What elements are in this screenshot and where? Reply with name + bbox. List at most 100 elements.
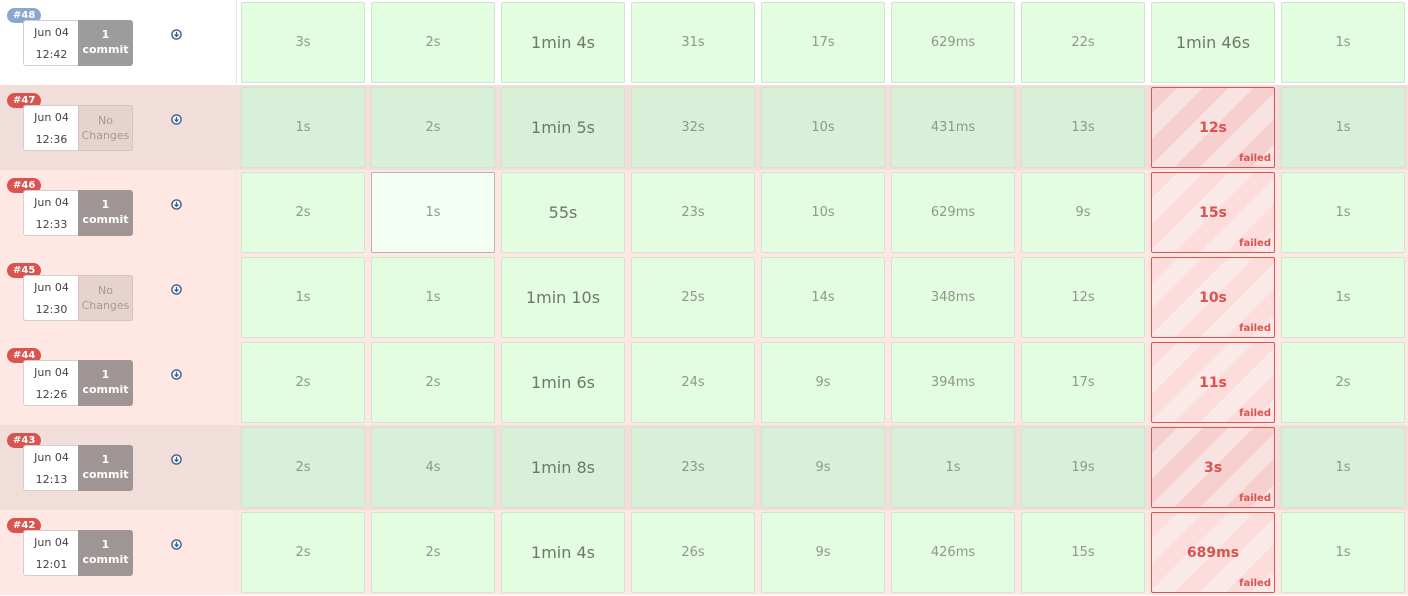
stage-cell[interactable]: 394ms (891, 342, 1015, 423)
stage-cell[interactable]: 2s (1281, 342, 1405, 423)
build-time: 12:36 (35, 133, 68, 146)
stage-cell[interactable]: 629ms (891, 2, 1015, 83)
arrow-circle-down-icon[interactable] (171, 280, 182, 295)
stage-cell[interactable]: 1min 10s (501, 257, 625, 338)
stage-duration: 9s (1075, 205, 1091, 220)
stage-cell[interactable]: 1min 8s (501, 427, 625, 508)
stage-duration: 19s (1071, 460, 1095, 475)
stage-duration: 9s (815, 545, 831, 560)
stage-cell[interactable]: 2s (241, 512, 365, 593)
stage-cell[interactable]: 12s (1021, 257, 1145, 338)
commit-count-button[interactable]: 1 commit (78, 530, 133, 576)
build-time: 12:01 (35, 558, 68, 571)
stage-cell[interactable]: 1s (1281, 87, 1405, 168)
stage-cell[interactable]: 14s (761, 257, 885, 338)
arrow-circle-down-icon[interactable] (171, 195, 182, 210)
stage-cell[interactable]: 629ms (891, 172, 1015, 253)
commit-count-button[interactable]: 1 commit (78, 360, 133, 406)
stage-cell[interactable]: 1min 6s (501, 342, 625, 423)
stage-cell[interactable]: 2s (371, 512, 495, 593)
stage-cell[interactable]: 3s (241, 2, 365, 83)
stage-duration: 1s (295, 120, 311, 135)
stage-cell[interactable]: 32s (631, 87, 755, 168)
stage-cell[interactable]: 9s (1021, 172, 1145, 253)
commit-count-button[interactable]: 1 commit (78, 190, 133, 236)
stage-cell[interactable]: 24s (631, 342, 755, 423)
stage-cell-failed[interactable]: 15s failed (1151, 172, 1275, 253)
stage-cell[interactable]: 1s (371, 257, 495, 338)
stage-cell[interactable]: 1s (1281, 512, 1405, 593)
stage-cell[interactable]: 55s (501, 172, 625, 253)
stage-duration: 12s (1199, 119, 1227, 136)
stage-cell[interactable]: 9s (761, 342, 885, 423)
stage-cell[interactable]: 1s (241, 87, 365, 168)
stage-failed-label: failed (1239, 238, 1271, 249)
stage-cell[interactable]: 31s (631, 2, 755, 83)
stage-cell[interactable]: 1s (1281, 172, 1405, 253)
stage-cell[interactable]: 2s (371, 87, 495, 168)
stage-cell[interactable]: 23s (631, 427, 755, 508)
stage-duration: 10s (811, 205, 835, 220)
stage-cell[interactable]: 1s (1281, 257, 1405, 338)
stage-duration: 11s (1199, 374, 1227, 391)
stage-cell[interactable]: 17s (1021, 342, 1145, 423)
stage-duration: 17s (811, 35, 835, 50)
arrow-circle-down-icon[interactable] (171, 450, 182, 465)
stage-cell-failed[interactable]: 11s failed (1151, 342, 1275, 423)
commit-count-button[interactable]: 1 commit (78, 445, 133, 491)
stage-cell[interactable]: 1s (1281, 427, 1405, 508)
stage-cell-failed[interactable]: 3s failed (1151, 427, 1275, 508)
stage-cell[interactable]: 1s (891, 427, 1015, 508)
commit-count-button[interactable]: 1 commit (78, 20, 133, 66)
changes-line-2: Changes (81, 129, 130, 142)
stage-cell[interactable]: 2s (241, 342, 365, 423)
stage-cell[interactable]: 26s (631, 512, 755, 593)
stage-cell[interactable]: 9s (761, 512, 885, 593)
stage-cell[interactable]: 13s (1021, 87, 1145, 168)
arrow-circle-down-icon[interactable] (171, 535, 182, 550)
stage-cell[interactable]: 25s (631, 257, 755, 338)
stage-duration: 3s (295, 35, 311, 50)
stage-cell[interactable]: 10s (761, 172, 885, 253)
changes-line-2: Changes (81, 299, 130, 312)
stage-cell[interactable]: 426ms (891, 512, 1015, 593)
stage-cell[interactable]: 1s (241, 257, 365, 338)
stage-duration: 12s (1071, 290, 1095, 305)
stage-cell[interactable]: 348ms (891, 257, 1015, 338)
stage-cell-failed[interactable]: 10s failed (1151, 257, 1275, 338)
stage-duration: 14s (811, 290, 835, 305)
stage-cell[interactable]: 10s (761, 87, 885, 168)
stage-duration: 1s (945, 460, 961, 475)
stage-cell[interactable]: 2s (371, 2, 495, 83)
stage-cell[interactable]: 19s (1021, 427, 1145, 508)
arrow-circle-down-icon[interactable] (171, 25, 182, 40)
stage-duration: 1s (425, 290, 441, 305)
stage-duration: 1s (1335, 545, 1351, 560)
build-date-box: Jun 04 12:42 (23, 20, 79, 66)
stage-cell[interactable]: 1min 4s (501, 512, 625, 593)
stage-cell[interactable]: 2s (241, 172, 365, 253)
stage-cell[interactable]: 431ms (891, 87, 1015, 168)
build-date: Jun 04 (34, 111, 69, 124)
stage-cell[interactable]: 9s (761, 427, 885, 508)
stage-cell[interactable]: 1s (371, 172, 495, 253)
stage-cell[interactable]: 17s (761, 2, 885, 83)
stage-cell[interactable]: 4s (371, 427, 495, 508)
build-date-box: Jun 04 12:33 (23, 190, 79, 236)
stage-cell[interactable]: 15s (1021, 512, 1145, 593)
stage-duration: 1min 6s (531, 373, 595, 392)
stage-cell[interactable]: 2s (371, 342, 495, 423)
stage-cell[interactable]: 1min 46s (1151, 2, 1275, 83)
stage-cell[interactable]: 1s (1281, 2, 1405, 83)
stage-cell-failed[interactable]: 689ms failed (1151, 512, 1275, 593)
stage-duration: 23s (681, 460, 705, 475)
stage-duration: 10s (811, 120, 835, 135)
stage-cell[interactable]: 23s (631, 172, 755, 253)
arrow-circle-down-icon[interactable] (171, 110, 182, 125)
stage-cell[interactable]: 22s (1021, 2, 1145, 83)
stage-cell-failed[interactable]: 12s failed (1151, 87, 1275, 168)
arrow-circle-down-icon[interactable] (171, 365, 182, 380)
stage-cell[interactable]: 1min 5s (501, 87, 625, 168)
stage-cell[interactable]: 1min 4s (501, 2, 625, 83)
stage-cell[interactable]: 2s (241, 427, 365, 508)
